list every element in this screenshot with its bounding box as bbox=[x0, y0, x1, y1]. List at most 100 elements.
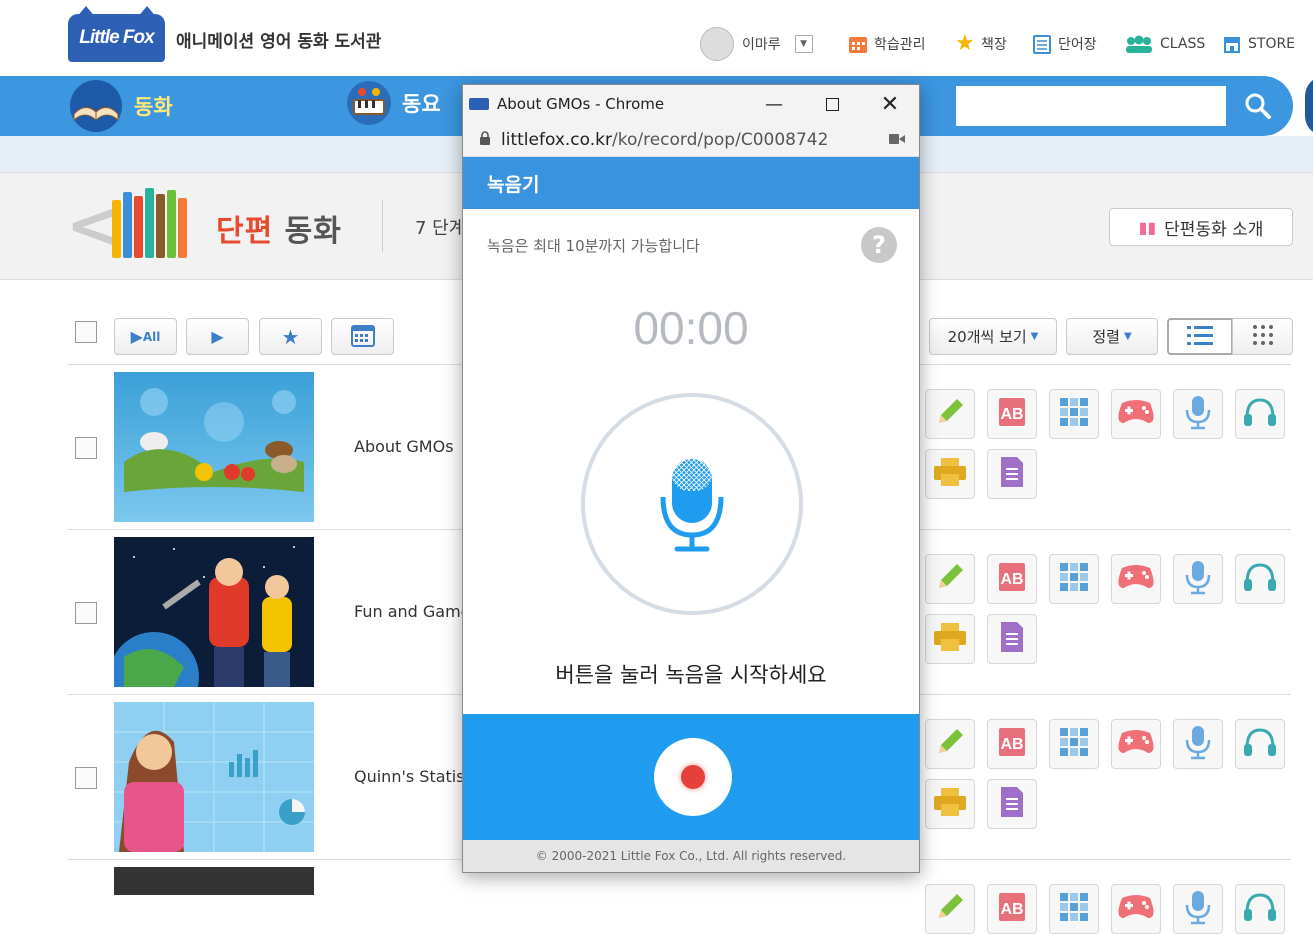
play-icon: ▶ bbox=[211, 327, 224, 346]
gamepad-icon bbox=[1116, 562, 1156, 596]
link-store[interactable]: STORE bbox=[1222, 30, 1295, 58]
link-class[interactable]: CLASS bbox=[1124, 30, 1205, 58]
play-button[interactable]: ▶ bbox=[186, 318, 249, 355]
minimize-icon[interactable]: — bbox=[745, 85, 803, 123]
action-word-grid-button[interactable] bbox=[1049, 884, 1099, 934]
recording-timer: 00:00 bbox=[633, 302, 749, 354]
action-gamepad-button[interactable] bbox=[1111, 884, 1161, 934]
popup-titlebar[interactable]: About GMOs - Chrome — ✕ bbox=[463, 85, 919, 123]
action-word-grid-button[interactable] bbox=[1049, 719, 1099, 769]
action-ab-quiz-button[interactable]: AB bbox=[987, 719, 1037, 769]
play-all-button[interactable]: ▶ All bbox=[114, 318, 177, 355]
story-title[interactable]: About GMOs bbox=[354, 437, 454, 456]
record-button[interactable] bbox=[654, 738, 732, 816]
link-study[interactable]: 학습관리 bbox=[848, 30, 926, 58]
action-printer-button[interactable] bbox=[925, 614, 975, 664]
story-thumbnail[interactable] bbox=[114, 867, 314, 895]
word-grid-icon bbox=[1057, 890, 1091, 928]
gamepad-icon bbox=[1116, 397, 1156, 431]
action-microphone-button[interactable] bbox=[1173, 554, 1223, 604]
chevron-down-icon[interactable]: ▼ bbox=[794, 35, 813, 53]
row-checkbox[interactable] bbox=[75, 767, 97, 789]
action-microphone-button[interactable] bbox=[1173, 884, 1223, 934]
action-headphones-button[interactable] bbox=[1235, 719, 1285, 769]
camera-icon[interactable] bbox=[889, 130, 905, 150]
search-icon[interactable] bbox=[1236, 86, 1280, 126]
search-input[interactable] bbox=[956, 86, 1226, 126]
pencil-icon bbox=[933, 560, 967, 598]
action-word-grid-button[interactable] bbox=[1049, 389, 1099, 439]
list-view-button[interactable] bbox=[1167, 318, 1233, 355]
littlefox-logo[interactable]: Little Fox bbox=[68, 6, 165, 62]
action-pencil-button[interactable] bbox=[925, 719, 975, 769]
story-thumbnail[interactable] bbox=[114, 372, 314, 522]
user-menu[interactable]: 이마루 ▼ bbox=[700, 27, 813, 61]
ab-quiz-icon: AB bbox=[995, 725, 1029, 763]
calendar-icon bbox=[350, 322, 376, 352]
action-document-button[interactable] bbox=[987, 614, 1037, 664]
action-microphone-button[interactable] bbox=[1173, 719, 1223, 769]
row-checkbox[interactable] bbox=[75, 437, 97, 459]
grid-view-button[interactable] bbox=[1232, 318, 1293, 355]
svg-text:AB: AB bbox=[1000, 406, 1023, 423]
site-tagline: 애니메이션 영어 동화 도서관 bbox=[176, 32, 382, 52]
action-pencil-button[interactable] bbox=[925, 389, 975, 439]
maximize-icon[interactable] bbox=[803, 85, 861, 123]
book-icon: ▮▮ bbox=[1138, 217, 1157, 237]
row-checkbox[interactable] bbox=[75, 602, 97, 624]
action-printer-button[interactable] bbox=[925, 449, 975, 499]
gamepad-icon bbox=[1116, 727, 1156, 761]
action-document-button[interactable] bbox=[987, 449, 1037, 499]
page-title: 단편 동화 bbox=[216, 214, 342, 249]
action-pencil-button[interactable] bbox=[925, 554, 975, 604]
gamepad-icon bbox=[1116, 892, 1156, 926]
per-page-select[interactable]: 20개씩 보기 ▼ bbox=[929, 318, 1057, 355]
nav-side-tab[interactable] bbox=[1305, 76, 1313, 136]
link-wordbook[interactable]: 단어장 bbox=[1032, 30, 1097, 58]
ab-quiz-icon: AB bbox=[995, 890, 1029, 928]
url-path: /ko/record/pop/C0008742 bbox=[611, 129, 829, 150]
caret-down-icon: ▼ bbox=[1030, 331, 1039, 342]
action-word-grid-button[interactable] bbox=[1049, 554, 1099, 604]
action-pencil-button[interactable] bbox=[925, 884, 975, 934]
record-popup-window: About GMOs - Chrome — ✕ littlefox.co.kr /… bbox=[462, 84, 920, 873]
story-title[interactable]: Quinn's Statist bbox=[354, 767, 471, 786]
nav-songs[interactable]: 동요 bbox=[346, 80, 441, 126]
action-headphones-button[interactable] bbox=[1235, 389, 1285, 439]
link-bookshelf[interactable]: ★ 책장 bbox=[955, 30, 1007, 58]
close-icon[interactable]: ✕ bbox=[861, 85, 919, 123]
action-document-button[interactable] bbox=[987, 779, 1037, 829]
level-label: 7 단계 bbox=[415, 218, 466, 239]
action-gamepad-button[interactable] bbox=[1111, 719, 1161, 769]
word-grid-icon bbox=[1057, 560, 1091, 598]
star-icon: ★ bbox=[955, 31, 975, 56]
action-ab-quiz-button[interactable]: AB bbox=[987, 884, 1037, 934]
action-microphone-button[interactable] bbox=[1173, 389, 1223, 439]
select-all-checkbox[interactable] bbox=[75, 321, 97, 343]
microphone-icon bbox=[1183, 394, 1213, 434]
sort-select[interactable]: 정렬 ▼ bbox=[1066, 318, 1158, 355]
bookshelf-icon bbox=[100, 186, 188, 258]
story-thumbnail[interactable] bbox=[114, 702, 314, 852]
favorite-button[interactable]: ★ bbox=[259, 318, 322, 355]
action-headphones-button[interactable] bbox=[1235, 884, 1285, 934]
story-title[interactable]: Fun and Game bbox=[354, 602, 471, 621]
play-icon: ▶ bbox=[130, 327, 143, 346]
pencil-icon bbox=[933, 395, 967, 433]
action-ab-quiz-button[interactable]: AB bbox=[987, 389, 1037, 439]
grid-view-icon bbox=[1252, 324, 1274, 350]
action-printer-button[interactable] bbox=[925, 779, 975, 829]
help-icon[interactable]: ? bbox=[861, 227, 897, 263]
action-ab-quiz-button[interactable]: AB bbox=[987, 554, 1037, 604]
story-thumbnail[interactable] bbox=[114, 537, 314, 687]
schedule-button[interactable] bbox=[331, 318, 394, 355]
action-gamepad-button[interactable] bbox=[1111, 389, 1161, 439]
nav-fairytales[interactable]: 동화 bbox=[68, 80, 173, 132]
recording-prompt: 버튼을 눌러 녹음을 시작하세요 bbox=[555, 663, 827, 687]
popup-footer: © 2000-2021 Little Fox Co., Ltd. All rig… bbox=[463, 840, 919, 872]
intro-button[interactable]: ▮▮ 단편동화 소개 bbox=[1109, 208, 1293, 246]
popup-address-bar[interactable]: littlefox.co.kr/ko/record/pop/C0008742 bbox=[463, 123, 919, 157]
action-gamepad-button[interactable] bbox=[1111, 554, 1161, 604]
action-headphones-button[interactable] bbox=[1235, 554, 1285, 604]
littlefox-favicon-icon bbox=[469, 98, 489, 110]
